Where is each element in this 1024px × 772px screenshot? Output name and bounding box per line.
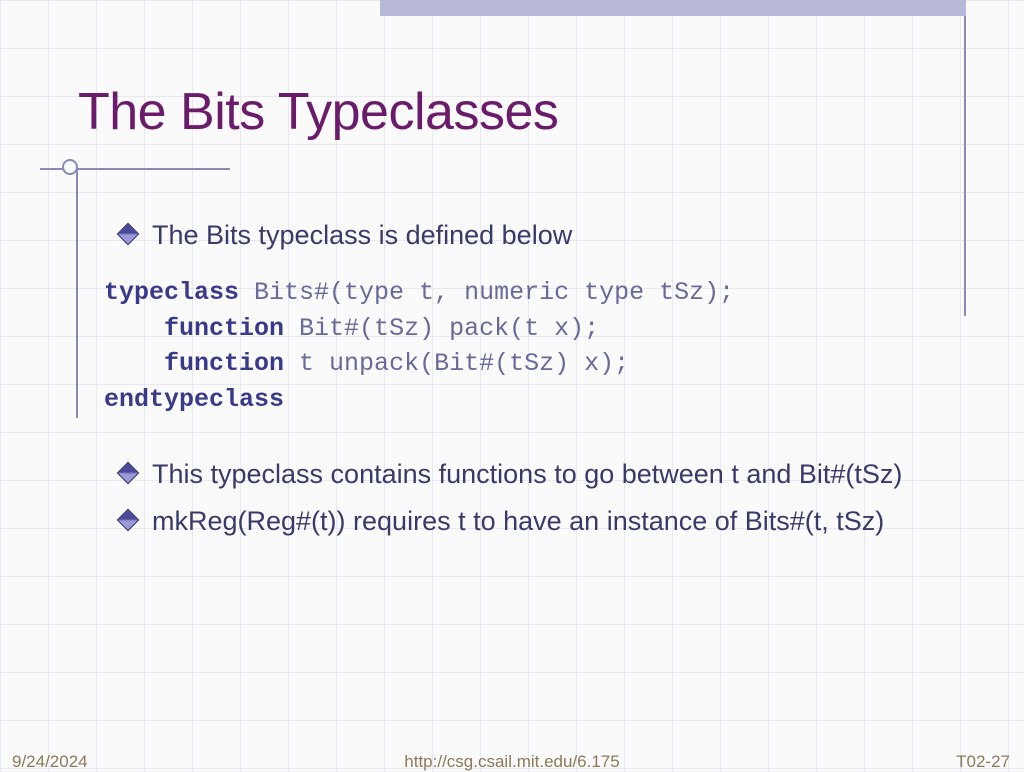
slide-title: The Bits Typeclasses <box>78 82 558 142</box>
bullet-text: This typeclass contains functions to go … <box>152 457 902 492</box>
code-text: Bit#(tSz) pack(t x); <box>284 314 599 343</box>
footer-page: T02-27 <box>956 752 1010 772</box>
left-rule <box>76 168 78 418</box>
keyword: function <box>164 349 284 378</box>
diamond-bullet-icon <box>117 462 140 485</box>
bullet-item: The Bits typeclass is defined below <box>100 218 944 253</box>
code-block: typeclass Bits#(type t, numeric type tSz… <box>104 275 944 417</box>
code-text: Bits#(type t, numeric type tSz); <box>239 278 734 307</box>
footer-url: http://csg.csail.mit.edu/6.175 <box>0 752 1024 772</box>
keyword: function <box>164 314 284 343</box>
bullet-item: This typeclass contains functions to go … <box>100 457 944 492</box>
diamond-bullet-icon <box>117 509 140 532</box>
content-area: The Bits typeclass is defined below type… <box>100 218 944 561</box>
bullet-text: mkReg(Reg#(t)) requires t to have an ins… <box>152 504 884 539</box>
right-rule <box>964 16 966 316</box>
keyword: typeclass <box>104 278 239 307</box>
bullet-text: The Bits typeclass is defined below <box>152 218 572 253</box>
bullet-item: mkReg(Reg#(t)) requires t to have an ins… <box>100 504 944 539</box>
code-text: t unpack(Bit#(tSz) x); <box>284 349 629 378</box>
keyword: endtypeclass <box>104 385 284 414</box>
title-decoration <box>40 162 230 192</box>
top-banner <box>380 0 966 16</box>
diamond-bullet-icon <box>117 223 140 246</box>
